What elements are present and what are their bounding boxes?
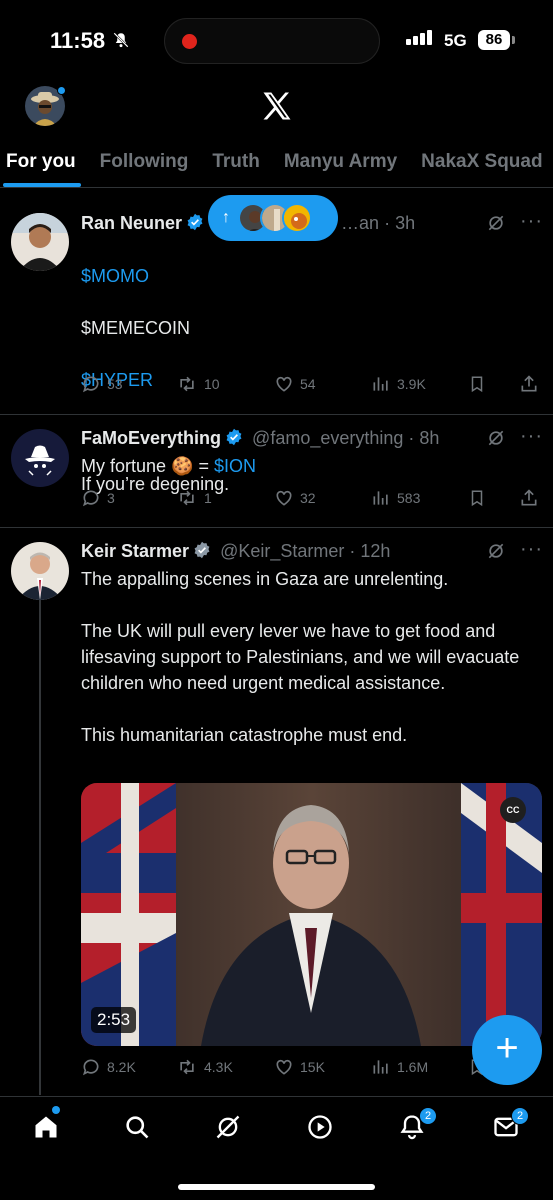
- reply-count: 53: [107, 376, 123, 392]
- reply-count: 8.2K: [107, 1059, 136, 1075]
- post-time: 3h: [395, 213, 416, 233]
- like-button[interactable]: 54: [274, 374, 316, 394]
- post-text-line: $MEMECOIN: [81, 318, 191, 338]
- recording-indicator-icon: [182, 34, 197, 49]
- tab-for-you[interactable]: For you: [6, 140, 76, 187]
- cashtag-link[interactable]: $MOMO: [81, 263, 541, 289]
- views-button[interactable]: 1.6M: [371, 1057, 428, 1077]
- view-count: 3.9K: [397, 376, 426, 392]
- post-avatar[interactable]: [11, 542, 69, 600]
- messages-badge: 2: [511, 1107, 529, 1125]
- reply-button[interactable]: 3: [81, 488, 115, 508]
- silent-mode-icon: [112, 31, 130, 54]
- repost-button[interactable]: 1: [176, 488, 212, 508]
- post-actions: 53 10 54 3.9K: [81, 374, 541, 398]
- cell-signal-icon: [406, 30, 432, 45]
- post-text: The appalling scenes in Gaza are unrelen…: [81, 569, 520, 745]
- post-separator: [0, 414, 553, 415]
- like-count: 32: [300, 490, 316, 506]
- status-time: 11:58: [50, 28, 106, 53]
- new-posts-pill[interactable]: ↑: [208, 195, 338, 241]
- cashtag-link[interactable]: $ION: [214, 456, 256, 476]
- bookmark-icon[interactable]: [468, 488, 486, 508]
- share-icon[interactable]: [519, 488, 539, 508]
- home-new-dot: [52, 1106, 60, 1114]
- verified-badge-icon: [225, 428, 243, 451]
- post-time: 12h: [360, 541, 391, 561]
- like-count: 15K: [300, 1059, 325, 1075]
- video-play-icon[interactable]: [306, 1113, 334, 1141]
- tab-manyu-army[interactable]: Manyu Army: [284, 140, 397, 187]
- post-text-line: My fortune 🍪 =: [81, 456, 214, 476]
- pill-avatar: [282, 203, 312, 233]
- post-author-name[interactable]: Keir Starmer: [81, 541, 189, 561]
- reply-count: 3: [107, 490, 115, 506]
- share-icon[interactable]: [519, 374, 539, 394]
- grok-icon[interactable]: [486, 213, 506, 238]
- battery-indicator: 86: [478, 30, 510, 50]
- battery-tip: [512, 36, 515, 44]
- thread-line: [39, 600, 41, 1095]
- profile-notification-dot: [57, 86, 66, 95]
- dynamic-island: [164, 18, 380, 64]
- bookmark-icon[interactable]: [468, 374, 486, 394]
- post-handle: …an: [341, 213, 380, 233]
- notifications-badge: 2: [419, 1107, 437, 1125]
- post-handle: @Keir_Starmer: [220, 541, 345, 561]
- video-duration: 2:53: [91, 1007, 137, 1033]
- post-text: My fortune 🍪 = $ION: [81, 453, 541, 479]
- more-options-icon[interactable]: ···: [520, 425, 543, 448]
- post-actions: 8.2K 4.3K 15K 1.6M: [81, 1057, 541, 1081]
- search-icon[interactable]: [123, 1113, 151, 1141]
- grok-icon[interactable]: [214, 1113, 242, 1141]
- grok-icon[interactable]: [486, 541, 506, 566]
- views-button[interactable]: 583: [371, 488, 420, 508]
- tab-following[interactable]: Following: [100, 140, 189, 187]
- post-handle: @famo_everything: [252, 428, 404, 448]
- views-button[interactable]: 3.9K: [371, 374, 426, 394]
- active-tab-indicator: [3, 183, 81, 187]
- grok-icon[interactable]: [486, 428, 506, 453]
- more-options-icon[interactable]: ···: [520, 538, 543, 561]
- post-separator: [0, 527, 553, 528]
- post-avatar[interactable]: [11, 429, 69, 487]
- repost-button[interactable]: 4.3K: [176, 1057, 233, 1077]
- reply-button[interactable]: 53: [81, 374, 123, 394]
- like-button[interactable]: 32: [274, 488, 316, 508]
- tab-truth[interactable]: Truth: [212, 140, 260, 187]
- repost-count: 1: [204, 490, 212, 506]
- tab-nakax-squad[interactable]: NakaX Squad: [421, 140, 542, 187]
- repost-button[interactable]: 10: [176, 374, 220, 394]
- verified-badge-icon: [193, 541, 211, 564]
- repost-count: 4.3K: [204, 1059, 233, 1075]
- like-button[interactable]: 15K: [274, 1057, 325, 1077]
- status-bar: 11:58 5G 86: [0, 0, 553, 86]
- reply-button[interactable]: 8.2K: [81, 1057, 136, 1077]
- video-player[interactable]: [81, 783, 542, 1046]
- repost-count: 10: [204, 376, 220, 392]
- post-time: 8h: [419, 428, 440, 448]
- home-icon[interactable]: [32, 1113, 60, 1141]
- like-count: 54: [300, 376, 316, 392]
- x-logo-icon[interactable]: [259, 88, 295, 124]
- home-indicator-bar[interactable]: [178, 1184, 375, 1190]
- arrow-up-icon: ↑: [222, 209, 230, 226]
- compose-post-button[interactable]: +: [472, 1015, 542, 1085]
- verified-badge-icon: [186, 213, 204, 236]
- post-author-name[interactable]: Ran Neuner: [81, 213, 182, 233]
- timeline-tabs: For you Following Truth Manyu Army NakaX…: [0, 140, 553, 188]
- network-type: 5G: [444, 31, 467, 50]
- post-author-name[interactable]: FaMoEverything: [81, 428, 221, 448]
- post-actions: 3 1 32 583: [81, 488, 541, 512]
- post-avatar[interactable]: [11, 213, 69, 271]
- more-options-icon[interactable]: ···: [520, 210, 543, 233]
- view-count: 1.6M: [397, 1059, 429, 1075]
- view-count: 583: [397, 490, 421, 506]
- closed-captions-button[interactable]: CC: [500, 797, 526, 823]
